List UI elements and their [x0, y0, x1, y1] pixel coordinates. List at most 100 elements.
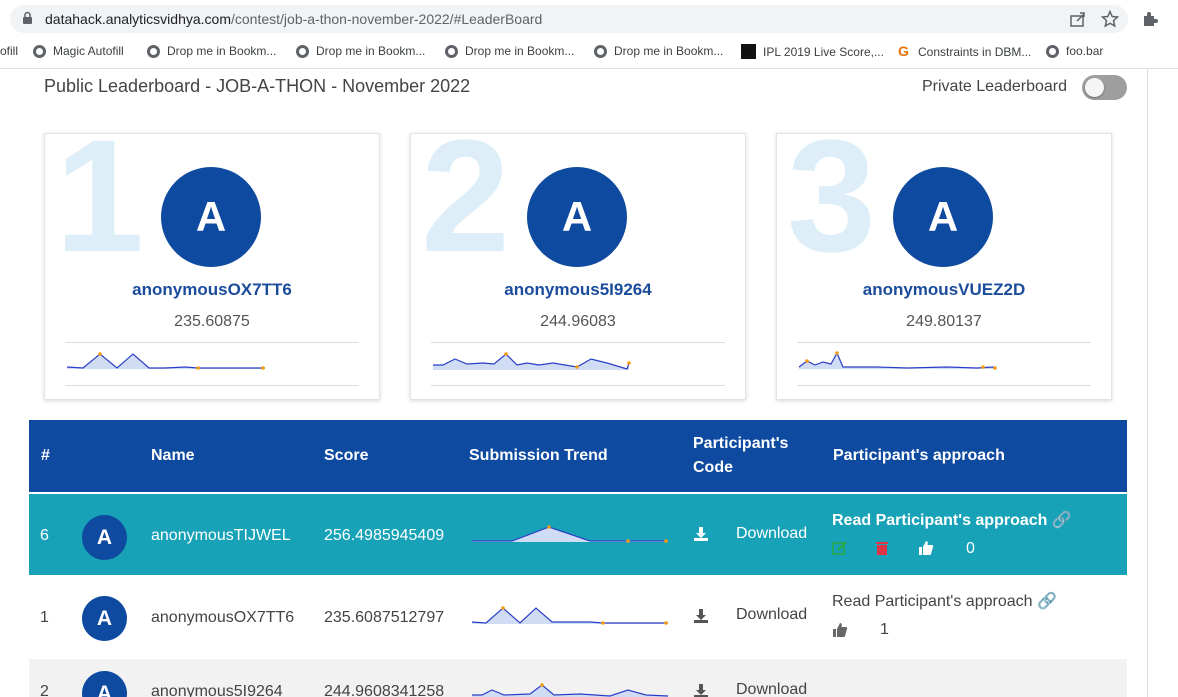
bookmark-label: Drop me in Bookm...: [167, 44, 277, 58]
bookmark-item[interactable]: Drop me in Bookm...: [594, 44, 723, 58]
col-submission-trend: Submission Trend: [469, 447, 608, 464]
col-code-line1: Participant's: [693, 435, 789, 452]
submission-trend-chart: [65, 342, 359, 386]
bookmark-item[interactable]: foo.bar: [1046, 44, 1103, 58]
globe-icon: [594, 44, 607, 58]
download-link[interactable]: Download: [736, 606, 807, 624]
submission-trend-chart: [431, 342, 725, 386]
extension-icon[interactable]: [1141, 10, 1159, 28]
avatar[interactable]: A: [82, 671, 127, 697]
download-icon[interactable]: [693, 683, 709, 697]
delete-icon[interactable]: [874, 540, 890, 556]
share-icon[interactable]: [1069, 10, 1087, 28]
participant-name[interactable]: anonymousVUEZ2D: [777, 280, 1111, 300]
url-text[interactable]: datahack.analyticsvidhya.com/contest/job…: [45, 11, 542, 27]
avatar[interactable]: A: [161, 167, 261, 267]
table-row: 2 A anonymous5I9264 244.9608341258 Downl…: [29, 659, 1127, 697]
download-link[interactable]: Download: [736, 681, 807, 697]
bookmark-label: ofill: [0, 44, 19, 58]
col-rank: #: [41, 447, 50, 464]
url-path: /contest/job-a-thon-november-2022/#Leade…: [231, 11, 543, 27]
participant-score: 244.96083: [540, 313, 616, 330]
bookmark-item[interactable]: Magic Autofill: [33, 44, 124, 58]
bookmark-label: Drop me in Bookm...: [465, 44, 575, 58]
lock-icon[interactable]: [22, 11, 33, 25]
bookmark-label: IPL 2019 Live Score,...: [763, 44, 884, 59]
podium-card-3: 3 A anonymousVUEZ2D 249.80137: [776, 116, 1112, 400]
row-name[interactable]: anonymousOX7TT6: [151, 609, 294, 627]
row-rank: 2: [40, 683, 49, 697]
url-host: datahack.analyticsvidhya.com: [45, 11, 231, 27]
participant-score: 249.80137: [906, 313, 982, 330]
toggle-knob: [1085, 78, 1104, 97]
podium-card-2: 2 A anonymous5I9264 244.96083: [410, 116, 746, 400]
bookmark-label: foo.bar: [1066, 44, 1104, 58]
avatar[interactable]: A: [527, 167, 627, 267]
read-approach-link[interactable]: Read Participant's approach 🔗: [832, 591, 1057, 611]
globe-icon: [445, 44, 458, 58]
avatar[interactable]: A: [82, 515, 127, 560]
star-icon[interactable]: [1101, 10, 1119, 28]
geeks-icon: G: [898, 43, 909, 59]
bookmark-label: Constraints in DBM...: [918, 44, 1032, 59]
private-leaderboard-toggle[interactable]: [1082, 75, 1127, 100]
participant-name[interactable]: anonymousOX7TT6: [45, 280, 379, 300]
globe-icon: [147, 44, 160, 58]
page-title: Public Leaderboard - JOB-A-THON - Novemb…: [44, 76, 471, 96]
bookmark-item[interactable]: ofill: [0, 44, 18, 58]
rank-number: 2: [421, 106, 510, 285]
ipl-icon: [741, 44, 756, 59]
submission-trend-chart: [471, 606, 668, 625]
content-edge: [1147, 69, 1148, 697]
thumbs-up-icon[interactable]: [832, 622, 848, 638]
private-leaderboard-label: Private Leaderboard: [922, 78, 1067, 95]
submission-trend-chart: [797, 342, 1091, 386]
globe-icon: [1046, 44, 1059, 58]
col-code-line2: Code: [693, 459, 733, 476]
row-score: 235.6087512797: [324, 609, 445, 626]
link-icon: 🔗: [1036, 593, 1057, 610]
edit-icon[interactable]: [832, 540, 848, 556]
col-name[interactable]: Name: [151, 447, 195, 465]
download-icon[interactable]: [693, 608, 709, 624]
rank-number: 1: [55, 106, 144, 285]
avatar[interactable]: A: [893, 167, 993, 267]
link-icon: 🔗: [1051, 512, 1072, 529]
participant-name[interactable]: anonymous5I9264: [411, 280, 745, 300]
rank-number: 3: [787, 106, 876, 285]
download-link[interactable]: Download: [736, 525, 807, 543]
bookmark-item[interactable]: Drop me in Bookm...: [147, 44, 276, 58]
podium-card-1: 1 A anonymousOX7TT6 235.60875: [44, 116, 380, 400]
row-name[interactable]: anonymousTIJWEL: [151, 527, 291, 545]
submission-trend-chart: [472, 683, 669, 697]
approach-label: Read Participant's approach: [832, 593, 1033, 610]
row-score: 256.4985945409: [324, 527, 445, 544]
submission-trend-chart: [472, 525, 668, 543]
col-approach: Participant's approach: [833, 447, 1005, 464]
bookmark-item[interactable]: IPL 2019 Live Score,...: [741, 44, 884, 59]
bookmark-item[interactable]: Drop me in Bookm...: [296, 44, 425, 58]
likes-count: 1: [880, 621, 889, 638]
table-row: 1 A anonymousOX7TT6 235.6087512797 Downl…: [29, 575, 1127, 659]
read-approach-link[interactable]: Read Participant's approach 🔗: [832, 510, 1072, 530]
globe-icon: [33, 44, 46, 58]
bookmark-label: Drop me in Bookm...: [614, 44, 724, 58]
bookmarks-bar: ofill Magic Autofill Drop me in Bookm...…: [0, 38, 1178, 69]
approach-label: Read Participant's approach: [832, 512, 1048, 529]
bookmark-item[interactable]: Drop me in Bookm...: [445, 44, 574, 58]
thumbs-up-icon[interactable]: [918, 540, 934, 556]
col-score[interactable]: Score: [324, 447, 368, 465]
bookmark-label: Magic Autofill: [53, 44, 124, 58]
row-rank: 6: [40, 527, 49, 544]
table-row: 6 A anonymousTIJWEL 256.4985945409 Downl…: [29, 492, 1127, 577]
bookmark-label: Drop me in Bookm...: [316, 44, 426, 58]
bookmark-item[interactable]: G Constraints in DBM...: [896, 44, 1031, 59]
leaderboard-table-header: # Name Score Submission Trend Participan…: [29, 420, 1127, 492]
download-icon[interactable]: [693, 526, 709, 542]
globe-icon: [296, 44, 309, 58]
participant-score: 235.60875: [174, 313, 250, 330]
likes-count: 0: [966, 540, 975, 557]
avatar[interactable]: A: [82, 596, 127, 641]
row-rank: 1: [40, 609, 49, 626]
row-name[interactable]: anonymous5I9264: [151, 683, 283, 697]
